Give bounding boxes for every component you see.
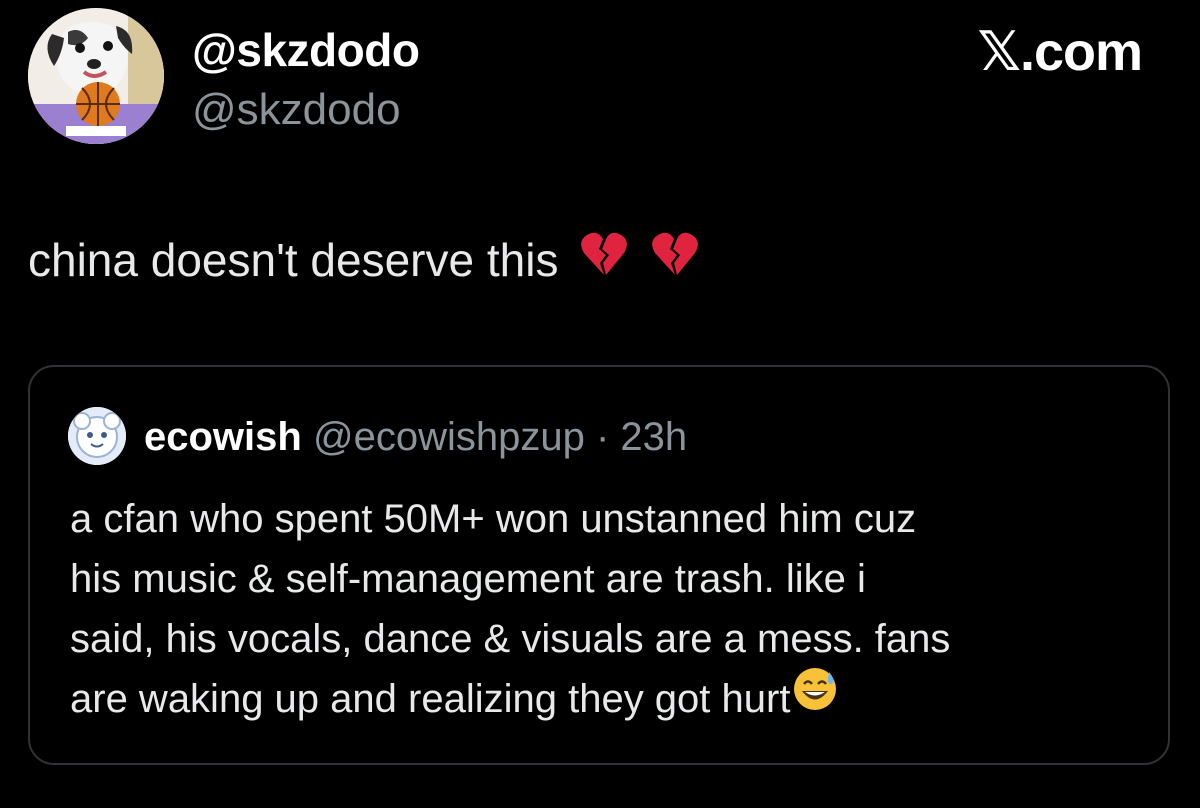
author-display-name[interactable]: @skzdodo [192,26,420,74]
dog-with-basketball-avatar-icon [28,8,164,144]
quoted-tweet-text: a cfan who spent 50M+ won unstanned him … [70,489,1150,729]
quoted-display-name[interactable]: ecowish [144,415,302,459]
quoted-timestamp[interactable]: 23h [620,415,687,459]
tweet-text-content: china doesn't deserve this [28,234,559,286]
quoted-text-line: his music & self-management are trash. l… [70,557,866,601]
quoted-separator: · [595,415,610,459]
broken-heart-icon [650,229,700,291]
brand-watermark: 𝕏.com [977,22,1143,82]
quoted-text-line-last: are waking up and realizing they got hur… [70,666,1150,729]
quoted-author-avatar[interactable] [68,407,126,465]
author-avatar[interactable] [28,8,164,144]
grinning-sweat-face-icon [792,666,838,729]
author-handle[interactable]: @skzdodo [192,86,401,134]
quoted-tweet-card[interactable]: ecowish @ecowishpzup · 23h a cfan who sp… [28,365,1170,765]
quoted-tweet-header: ecowish @ecowishpzup · 23h [144,413,687,461]
tweet-text: china doesn't deserve this [28,232,700,291]
quoted-handle[interactable]: @ecowishpzup [313,415,585,459]
cartoon-character-avatar-icon [68,407,126,465]
broken-heart-icon [579,229,629,291]
quoted-text-line: are waking up and realizing they got hur… [70,677,791,721]
quoted-text-line: said, his vocals, dance & visuals are a … [70,617,951,661]
quoted-text-line: a cfan who spent 50M+ won unstanned him … [70,497,917,541]
